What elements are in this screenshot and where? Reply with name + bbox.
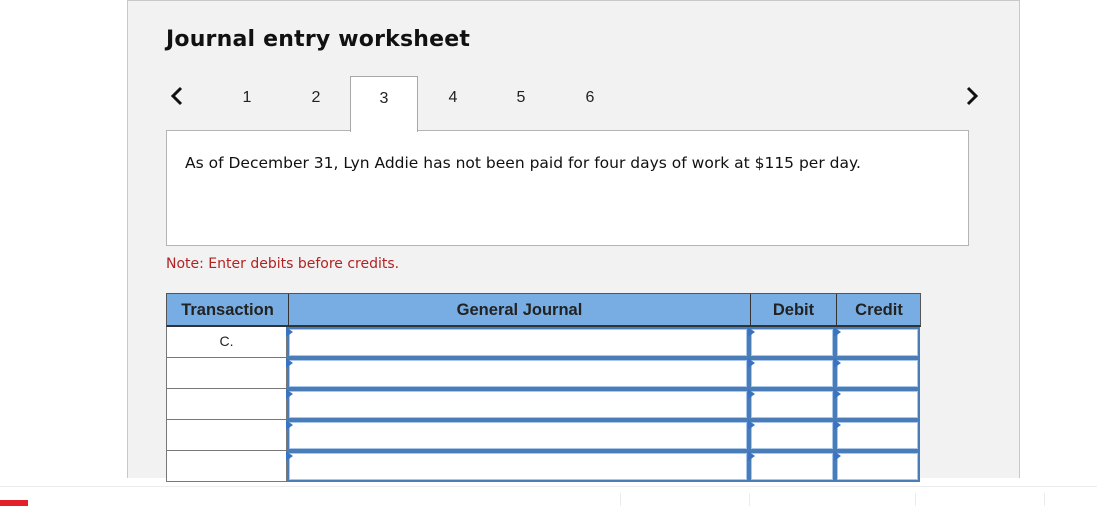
dropdown-marker-icon [286,358,293,368]
transaction-description-box: As of December 31, Lyn Addie has not bee… [166,130,969,246]
debit-input-cell [748,420,835,451]
debit-input-cell [748,451,835,482]
tab-6[interactable]: 6 [556,76,624,131]
dropdown-marker-icon [834,389,841,399]
credit-input-cell [834,358,920,389]
journal-row [166,358,921,389]
dropdown-marker-icon [748,451,755,461]
footer-separator [620,493,621,506]
transaction-cell [166,420,287,451]
footer-separator [749,493,750,506]
transaction-cell: C. [166,327,287,358]
journal-row [166,451,921,482]
dropdown-marker-icon [834,420,841,430]
dropdown-marker-icon [834,358,841,368]
credit-input[interactable] [837,391,918,418]
dropdown-marker-icon [748,420,755,430]
account-input-cell [286,420,749,451]
dropdown-marker-icon [834,451,841,461]
header-transaction: Transaction [181,301,274,319]
prev-tab-button[interactable] [168,84,188,108]
chevron-right-icon [966,86,979,106]
credit-input[interactable] [837,453,918,480]
credit-input[interactable] [837,360,918,387]
account-input[interactable] [289,360,747,387]
transaction-cell [166,358,287,389]
dropdown-marker-icon [748,389,755,399]
journal-row [166,389,921,420]
tab-4[interactable]: 4 [419,76,487,131]
debit-input[interactable] [751,422,833,449]
debit-input[interactable] [751,391,833,418]
debit-input-cell [748,327,835,358]
dropdown-marker-icon [286,389,293,399]
account-input-cell [286,389,749,420]
debit-input-cell [748,389,835,420]
debit-input[interactable] [751,329,833,356]
instruction-note: Note: Enter debits before credits. [166,256,400,272]
header-general-journal: General Journal [288,294,750,326]
debit-input[interactable] [751,360,833,387]
dropdown-marker-icon [286,327,293,337]
transaction-description: As of December 31, Lyn Addie has not bee… [185,154,861,172]
header-credit: Credit [836,294,921,326]
dropdown-marker-icon [748,327,755,337]
debit-input[interactable] [751,453,833,480]
footer-separator [1044,493,1045,506]
credit-input-cell [834,451,920,482]
credit-input-cell [834,420,920,451]
journal-row [166,420,921,451]
next-tab-button[interactable] [962,84,982,108]
tab-1[interactable]: 1 [213,76,281,131]
account-input-cell [286,358,749,389]
tab-5[interactable]: 5 [487,76,555,131]
transaction-cell [166,451,287,482]
tab-2[interactable]: 2 [282,76,350,131]
dropdown-marker-icon [286,451,293,461]
transaction-cell [166,389,287,420]
credit-input[interactable] [837,329,918,356]
journal-table-header: Transaction General Journal Debit Credit [166,293,921,327]
tab-3-active[interactable]: 3 [350,76,418,132]
credit-input-cell [834,327,920,358]
footer-accent-bar [0,500,28,506]
debit-input-cell [748,358,835,389]
account-input[interactable] [289,329,747,356]
journal-row: C. [166,327,921,358]
chevron-left-icon [170,86,183,106]
account-input-cell [286,451,749,482]
dropdown-marker-icon [834,327,841,337]
account-input[interactable] [289,391,747,418]
dropdown-marker-icon [286,420,293,430]
credit-input[interactable] [837,422,918,449]
account-input[interactable] [289,422,747,449]
footer-divider [0,486,1097,487]
worksheet-title: Journal entry worksheet [166,27,471,52]
credit-input-cell [834,389,920,420]
dropdown-marker-icon [748,358,755,368]
account-input-cell [286,327,749,358]
footer-separator [915,493,916,506]
account-input[interactable] [289,453,747,480]
header-debit: Debit [750,294,836,326]
